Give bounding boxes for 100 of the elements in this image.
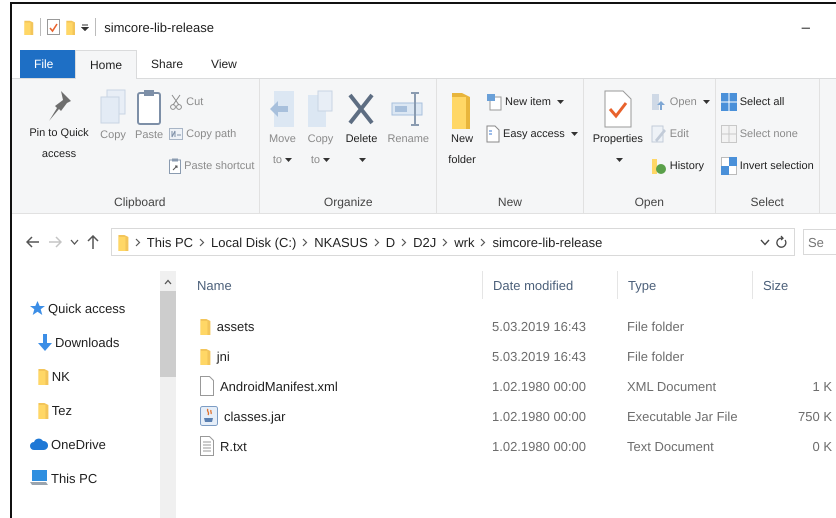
select-all-icon bbox=[720, 93, 737, 111]
group-label: Organize bbox=[322, 194, 374, 209]
breadcrumb[interactable]: simcore-lib-release bbox=[492, 234, 602, 250]
rename-icon bbox=[391, 89, 426, 129]
shortcut-icon bbox=[169, 158, 182, 174]
table-cell-text: XML Document bbox=[626, 378, 718, 394]
cloud-icon bbox=[30, 438, 48, 450]
down-arrow-icon bbox=[38, 334, 52, 350]
ribbon-button[interactable]: History bbox=[650, 153, 711, 179]
breadcrumb[interactable]: Local Disk (C:) bbox=[211, 234, 296, 250]
folder-icon bbox=[66, 19, 76, 35]
breadcrumb[interactable]: D bbox=[386, 234, 396, 250]
history-icon bbox=[650, 157, 667, 175]
breadcrumb[interactable]: wrk bbox=[454, 234, 474, 250]
table-cell-text: File folder bbox=[626, 318, 686, 334]
column-header[interactable]: Date modified bbox=[482, 271, 617, 299]
file-name[interactable]: assets bbox=[216, 318, 254, 334]
folder-icon bbox=[38, 367, 49, 385]
computer-icon bbox=[30, 470, 48, 486]
breadcrumb[interactable]: D2J bbox=[413, 234, 436, 250]
breadcrumb[interactable]: This PC bbox=[146, 234, 194, 250]
folder-icon bbox=[38, 401, 49, 419]
caret-icon bbox=[285, 158, 292, 163]
ribbon-button[interactable]: Pin to Quick access bbox=[24, 87, 94, 191]
chevron-icon bbox=[302, 238, 308, 246]
ribbon-button[interactable]: Invert selection bbox=[720, 153, 815, 179]
nav-item[interactable]: Tez bbox=[52, 402, 72, 418]
window-title: simcore-lib-release bbox=[104, 20, 214, 34]
nav-item[interactable]: Quick access bbox=[48, 300, 126, 316]
chevron-icon bbox=[442, 238, 448, 246]
address-bar[interactable]: This PC Local Disk (C:) NKASUS D D2J wrk simcore-lib-release bbox=[111, 228, 795, 256]
file-name[interactable]: AndroidManifest.xml bbox=[220, 378, 338, 394]
checked-document-icon bbox=[602, 89, 633, 129]
caret-icon bbox=[702, 100, 710, 104]
dropdown-icon[interactable] bbox=[81, 23, 90, 31]
caret-icon bbox=[556, 100, 564, 104]
path-icon bbox=[169, 128, 184, 140]
column-header[interactable]: Name bbox=[176, 271, 482, 299]
documents-icon bbox=[306, 89, 334, 129]
group-label: Select bbox=[750, 194, 785, 209]
caret-icon bbox=[323, 158, 330, 163]
scissors-icon bbox=[169, 94, 184, 110]
group-label: Open bbox=[634, 194, 665, 209]
chevron-icon bbox=[134, 238, 141, 246]
column-header[interactable]: Type bbox=[617, 271, 752, 299]
new-item-icon bbox=[486, 93, 502, 111]
up-button[interactable] bbox=[87, 235, 99, 249]
checklist-icon[interactable] bbox=[46, 19, 60, 35]
star-icon bbox=[30, 300, 45, 316]
ribbon-button[interactable]: Select all bbox=[720, 89, 815, 115]
nav-item[interactable]: OneDrive bbox=[51, 436, 106, 452]
grid-icon bbox=[720, 125, 737, 143]
file-name[interactable]: jni bbox=[216, 348, 230, 364]
ribbon-button[interactable]: New item bbox=[485, 89, 579, 115]
ribbon-button[interactable]: New folder bbox=[441, 87, 484, 191]
breadcrumb[interactable]: NKASUS bbox=[314, 234, 368, 250]
group-label: Clipboard bbox=[113, 194, 166, 209]
back-button[interactable] bbox=[26, 236, 40, 248]
caret-icon bbox=[359, 158, 366, 163]
ribbon-tab[interactable]: Home bbox=[75, 50, 138, 79]
table-cell-text: 750 K bbox=[797, 408, 832, 424]
scrollbar[interactable] bbox=[160, 271, 176, 518]
ribbon-button[interactable]: Easy access bbox=[485, 121, 579, 147]
ribbon-tab[interactable]: Share bbox=[137, 50, 198, 78]
minimize-button[interactable]: – bbox=[802, 18, 810, 36]
folder-icon bbox=[200, 317, 211, 335]
document-icon bbox=[486, 125, 500, 143]
scroll-thumb[interactable] bbox=[160, 291, 176, 377]
table-cell-text: 0 K bbox=[811, 438, 832, 454]
file-icon bbox=[200, 376, 214, 396]
table-cell-text: Text Document bbox=[626, 438, 715, 454]
nav-item[interactable]: NK bbox=[52, 368, 70, 384]
search-field[interactable]: Se bbox=[803, 229, 836, 255]
ribbon-tab[interactable]: View bbox=[197, 50, 251, 78]
ribbon-button[interactable]: Properties bbox=[588, 87, 648, 191]
nav-item[interactable]: This PC bbox=[51, 470, 98, 486]
clipboard-icon bbox=[136, 89, 162, 125]
table-cell-text: 5.03.2019 16:43 bbox=[491, 348, 587, 364]
file-name[interactable]: classes.jar bbox=[224, 408, 286, 424]
nav-item[interactable]: Downloads bbox=[55, 334, 120, 350]
file-name[interactable]: R.txt bbox=[220, 438, 247, 454]
chevron-icon bbox=[199, 238, 206, 246]
dropdown-icon[interactable] bbox=[760, 238, 770, 246]
caret-icon bbox=[570, 132, 578, 136]
coffee-cup-icon bbox=[200, 406, 218, 426]
open-icon bbox=[650, 93, 667, 111]
move-to-icon bbox=[268, 89, 296, 129]
scroll-up-icon[interactable] bbox=[164, 279, 172, 285]
recent-locations-button[interactable] bbox=[70, 239, 79, 245]
edit-icon bbox=[650, 125, 667, 143]
folder-icon bbox=[118, 233, 129, 251]
ribbon-tab[interactable]: File bbox=[20, 50, 75, 78]
table-cell-text: 1.02.1980 00:00 bbox=[491, 408, 587, 424]
folder-icon bbox=[24, 19, 34, 35]
refresh-icon[interactable] bbox=[776, 235, 788, 249]
group-label: New bbox=[496, 194, 523, 209]
ribbon-button[interactable]: Delete bbox=[340, 87, 382, 191]
table-cell-text: 1 K bbox=[811, 378, 832, 394]
table-cell-text: File folder bbox=[626, 348, 686, 364]
column-header[interactable]: Size bbox=[752, 271, 832, 299]
